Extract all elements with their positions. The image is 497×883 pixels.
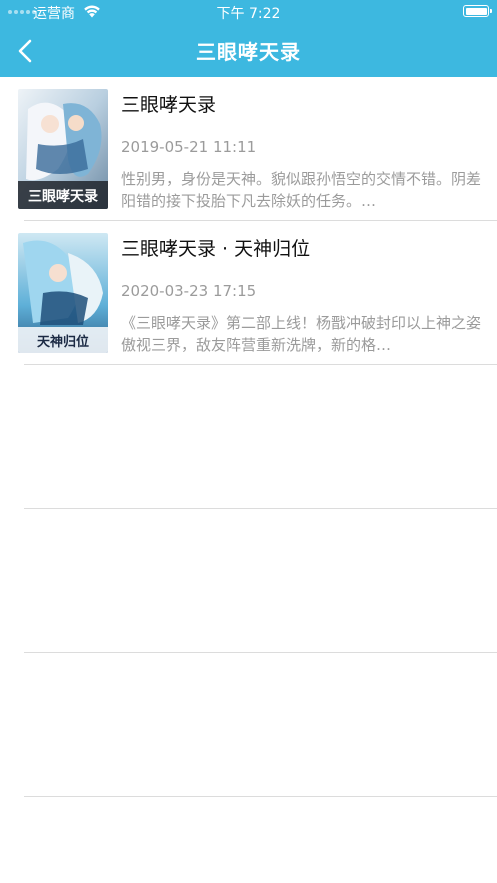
empty-row — [0, 365, 497, 509]
status-bar: 运营商 下午 7:22 — [0, 0, 497, 24]
item-title: 三眼哮天录 — [121, 94, 217, 116]
empty-row — [0, 509, 497, 653]
battery-icon — [463, 5, 492, 17]
cover-image: 三眼哮天录 — [18, 89, 108, 209]
svg-text:天神归位: 天神归位 — [37, 334, 89, 350]
status-time: 下午 7:22 — [216, 6, 281, 22]
nav-header: 运营商 下午 7:22 三眼哮天录 — [0, 0, 497, 77]
comic-list: 三眼哮天录 三眼哮天录 2019-05-21 11:11 性别男，身份是天神。貌… — [0, 77, 497, 797]
item-description: 《三眼哮天录》第二部上线！杨戬冲破封印以上神之姿傲视三界，敌友阵营重新洗牌，新的… — [121, 314, 481, 354]
empty-row — [0, 653, 497, 797]
item-description: 性别男，身份是天神。貌似跟孙悟空的交情不错。阴差阳错的接下投胎下凡去除妖的任务。… — [121, 170, 481, 210]
page-title: 三眼哮天录 — [196, 40, 301, 64]
divider — [24, 796, 497, 797]
list-item[interactable]: 天神归位 三眼哮天录 · 天神归位 2020-03-23 17:15 《三眼哮天… — [0, 221, 497, 365]
item-date: 2019-05-21 11:11 — [121, 138, 257, 156]
item-title: 三眼哮天录 · 天神归位 — [121, 238, 311, 260]
item-date: 2020-03-23 17:15 — [121, 282, 257, 300]
list-item[interactable]: 三眼哮天录 三眼哮天录 2019-05-21 11:11 性别男，身份是天神。貌… — [0, 77, 497, 221]
svg-text:三眼哮天录: 三眼哮天录 — [28, 188, 98, 205]
cover-image: 天神归位 — [18, 233, 108, 353]
